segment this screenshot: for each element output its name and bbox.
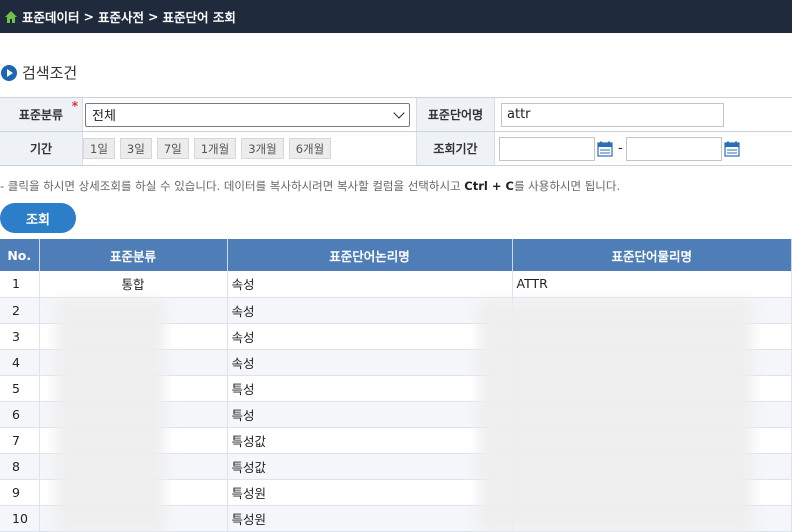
row-logical-name: 속성	[227, 323, 513, 350]
home-icon[interactable]	[4, 10, 18, 24]
period-button-7day[interactable]: 7일	[156, 138, 189, 159]
required-star-icon: *	[71, 99, 78, 113]
end-date-input[interactable]	[625, 136, 722, 161]
word-name-label-text: 표준단어명	[427, 108, 484, 122]
row-logical-name: 속성	[227, 297, 513, 324]
search-button[interactable]: 조회	[0, 203, 76, 233]
row-no: 3	[0, 323, 40, 350]
redaction-blur-physical	[478, 300, 753, 532]
row-logical-name: 특성값	[227, 453, 513, 480]
section-title-text: 검색조건	[22, 64, 78, 82]
breadcrumb-separator: >	[83, 9, 94, 24]
period-button-1day[interactable]: 1일	[83, 138, 115, 159]
table-header-row: No. 표준분류 표준단어논리명 표준단어물리명	[0, 239, 792, 271]
table-row[interactable]: 1 통합 속성 ATTR	[0, 271, 792, 298]
category-cell: 전체	[83, 98, 416, 131]
category-select[interactable]: 전체	[85, 102, 410, 127]
period-button-1month[interactable]: 1개월	[193, 138, 237, 159]
top-breadcrumb-bar: 표준데이터 > 표준사전 > 표준단어 조회	[0, 0, 792, 33]
calendar-icon[interactable]	[597, 141, 613, 157]
row-no: 4	[0, 349, 40, 376]
form-row-category: 표준분류 * 전체 표준단어명	[0, 98, 792, 132]
row-logical-name: 속성	[227, 271, 513, 298]
calendar-icon[interactable]	[724, 141, 740, 157]
query-period-label: 조회기간	[416, 132, 495, 165]
column-header-category[interactable]: 표준분류	[39, 239, 228, 271]
period-buttons: 1일 3일 7일 1개월 3개월 6개월	[83, 132, 416, 165]
period-button-3month[interactable]: 3개월	[241, 138, 284, 159]
period-button-3day[interactable]: 3일	[119, 138, 152, 159]
row-no: 10	[0, 505, 40, 532]
period-button-6month[interactable]: 6개월	[288, 138, 332, 159]
period-label: 기간	[0, 132, 83, 165]
breadcrumb-separator: >	[148, 9, 159, 24]
row-no: 9	[0, 479, 40, 506]
help-text: - 클릭을 하시면 상세조회를 하실 수 있습니다. 데이터를 복사하시려면 복…	[0, 178, 620, 194]
query-period-cell: -	[495, 132, 792, 165]
category-label: 표준분류 *	[0, 98, 83, 131]
play-circle-icon	[1, 64, 17, 81]
redaction-blur-category	[55, 300, 165, 532]
period-label-text: 기간	[29, 142, 53, 156]
row-logical-name: 속성	[227, 349, 513, 376]
breadcrumb-item-standard-dictionary[interactable]: 표준사전	[98, 7, 144, 26]
form-row-period: 기간 1일 3일 7일 1개월 3개월 6개월 조회기간 -	[0, 132, 792, 166]
row-logical-name: 특성원	[227, 479, 513, 506]
word-name-label: 표준단어명	[416, 98, 495, 131]
row-logical-name: 특성	[227, 375, 513, 402]
category-select-value: 전체	[92, 109, 116, 124]
column-header-logical-name[interactable]: 표준단어논리명	[227, 239, 513, 271]
breadcrumb-item-standard-word-search: 표준단어 조회	[162, 10, 236, 25]
search-form: 표준분류 * 전체 표준단어명 기간 1일 3일 7일 1개월 3개월 6개월	[0, 97, 792, 166]
column-header-no[interactable]: No.	[0, 239, 40, 271]
start-date-input[interactable]	[499, 136, 595, 161]
help-text-shortcut: Ctrl + C	[464, 179, 514, 193]
query-period-label-text: 조회기간	[433, 142, 478, 156]
date-separator: -	[618, 141, 623, 156]
search-conditions-heading: 검색조건	[1, 62, 77, 83]
row-logical-name: 특성	[227, 401, 513, 428]
word-name-input[interactable]	[501, 102, 724, 127]
chevron-down-icon	[393, 106, 405, 119]
help-text-suffix: 를 사용하시면 됩니다.	[513, 179, 621, 193]
word-name-cell	[495, 98, 792, 131]
row-logical-name: 특성원	[227, 505, 513, 532]
row-no: 8	[0, 453, 40, 480]
row-no: 1	[0, 271, 40, 298]
help-text-prefix: - 클릭을 하시면 상세조회를 하실 수 있습니다. 데이터를 복사하시려면 복…	[0, 179, 465, 193]
row-no: 7	[0, 427, 40, 454]
row-category: 통합	[39, 271, 228, 298]
breadcrumb-item-standard-data[interactable]: 표준데이터	[22, 7, 80, 26]
row-physical-name: ATTR	[512, 271, 792, 298]
category-label-text: 표준분류	[18, 108, 64, 122]
row-no: 6	[0, 401, 40, 428]
column-header-physical-name[interactable]: 표준단어물리명	[512, 239, 792, 271]
row-logical-name: 특성값	[227, 427, 513, 454]
row-no: 2	[0, 297, 40, 324]
row-no: 5	[0, 375, 40, 402]
